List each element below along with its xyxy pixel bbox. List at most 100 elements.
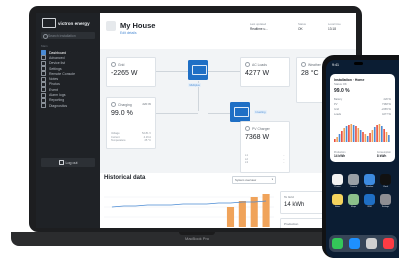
- app-label: Weather: [365, 186, 374, 188]
- battery-power: 220 W: [142, 102, 151, 106]
- widget-foot-item: Consumption 8 kWh: [377, 151, 391, 158]
- settings-app-icon[interactable]: [380, 194, 391, 205]
- meta-status: Status OK: [298, 22, 306, 31]
- widget-line: Loads 4277 W: [334, 113, 391, 116]
- ac-loads-value: 4277 W: [245, 70, 270, 77]
- camera-app-icon[interactable]: [348, 174, 359, 185]
- widget-chart-bar: [355, 126, 357, 142]
- grid-card[interactable]: Grid -2265 W: [106, 57, 156, 87]
- widget-chart-bar: [378, 124, 381, 142]
- app-label: Notes: [334, 206, 341, 208]
- widget-chart-bar: [369, 133, 371, 142]
- logout-label: Log out: [65, 160, 78, 165]
- weather-label: Weather: [301, 62, 321, 67]
- inverter-tag: Multiplus: [188, 83, 202, 87]
- widget-soc: 99.0 %: [334, 88, 350, 94]
- widget-val: 4277 W: [382, 113, 391, 116]
- dashboard-icon: [41, 50, 46, 56]
- widget-footer: Production 14 kWh Consumption 8 kWh: [334, 151, 391, 158]
- solar-charger-icon: [233, 107, 249, 117]
- to-grid-value: 14 kWh: [284, 202, 305, 208]
- notes-icon: [41, 76, 46, 82]
- widget-chart-bar: [366, 136, 369, 142]
- widget-chart-bar: [350, 124, 353, 142]
- grid-label-text: Grid: [118, 62, 125, 67]
- ac-loads-card[interactable]: AC Loads 4277 W: [240, 57, 290, 87]
- house-icon: [106, 21, 116, 31]
- photos-icon: [41, 81, 46, 87]
- widget-key: Loads: [334, 113, 342, 116]
- phone-time: 9:41: [332, 63, 339, 67]
- alarm-icon: [41, 92, 46, 98]
- meta-local-time: Local time 13:18: [328, 22, 341, 31]
- notes-app-icon[interactable]: [332, 194, 343, 205]
- phone-app-icon[interactable]: [332, 238, 343, 249]
- laptop-screen: victron energy Search installation Main …: [36, 13, 356, 228]
- logout-button[interactable]: Log out: [41, 158, 95, 167]
- widget-chart: [334, 124, 390, 142]
- widget-chart-bar: [388, 135, 390, 142]
- range-select[interactable]: System overview ▾: [232, 176, 276, 184]
- widget-val: -2265 W: [381, 108, 391, 111]
- battery-label: Charging: [111, 102, 132, 107]
- battery-icon: [111, 102, 116, 107]
- widget-chart-bar: [341, 131, 343, 142]
- sidebar-item-label: Advanced: [49, 55, 65, 60]
- meta-value: 13:18: [328, 27, 336, 31]
- maps-app-icon[interactable]: [348, 194, 359, 205]
- app-label: Photos: [334, 186, 341, 188]
- console-icon: [41, 71, 46, 77]
- battery-card[interactable]: Charging 220 W 99.0 % Voltage 52.81 V Cur…: [106, 97, 156, 149]
- search-input[interactable]: Search installation: [41, 32, 95, 39]
- phone-dock: [329, 235, 397, 252]
- page-header: My House Edit details Last updated Realti…: [100, 13, 356, 49]
- app-label: VRM: [367, 206, 372, 208]
- vrm-app-icon[interactable]: [364, 194, 375, 205]
- meta-last-updated: Last updated Realtime u...: [250, 22, 268, 31]
- pv-charger-card[interactable]: PV Charger 7368 W L1... L2... L3...: [240, 121, 290, 173]
- clock-app-icon[interactable]: [380, 174, 391, 185]
- sidebar-item-label: Photos: [49, 82, 60, 87]
- weather-app-icon[interactable]: [364, 174, 375, 185]
- meta-label: Status: [298, 22, 306, 26]
- sidebar: victron energy Search installation Main …: [36, 13, 100, 228]
- detail-row: L3...: [245, 161, 285, 165]
- main-content: My House Edit details Last updated Realti…: [100, 13, 356, 228]
- chart-bar: [262, 194, 270, 227]
- music-app-icon[interactable]: [383, 238, 394, 249]
- sidebar-item-label: Notes: [49, 77, 59, 82]
- inverter-tile[interactable]: [188, 60, 208, 80]
- widget-val: 7368 W: [382, 103, 391, 106]
- sidebar-item-diagnostics[interactable]: Diagnostics: [41, 103, 97, 109]
- brand-logo[interactable]: victron energy: [42, 18, 90, 28]
- widget-subtitle: Status OK: [334, 82, 347, 86]
- photos-app-icon[interactable]: [332, 174, 343, 185]
- device-list-icon: [41, 60, 46, 66]
- search-placeholder: Search installation: [48, 33, 76, 38]
- weather-value: 28 °C: [301, 70, 319, 77]
- logout-icon: [58, 160, 64, 165]
- widget-chart-bar: [385, 132, 388, 142]
- widget-chart-bar: [343, 128, 345, 142]
- range-select-value: System overview: [235, 178, 257, 183]
- inverter-icon: [191, 65, 207, 75]
- widget-chart-bar: [359, 130, 362, 142]
- production-card[interactable]: Production: [280, 218, 328, 228]
- widget-chart-bar: [364, 134, 367, 142]
- edit-details-link[interactable]: Edit details: [120, 31, 137, 35]
- vrm-widget[interactable]: Installation · Home Status OK 99.0 % Bat…: [330, 74, 395, 162]
- status-pill: Inverting: [254, 110, 267, 114]
- meta-label: Local time: [328, 22, 341, 26]
- app-label: Maps: [351, 206, 356, 208]
- widget-chart-bar: [345, 126, 348, 142]
- chart-bar: [238, 201, 246, 227]
- battery-details: Voltage 52.81 V Current 4.16 A Temperature…: [111, 132, 151, 143]
- safari-app-icon[interactable]: [349, 238, 360, 249]
- to-grid-label: To Grid: [284, 195, 294, 199]
- to-grid-card[interactable]: To Grid 14 kWh: [280, 191, 328, 214]
- brand-name: victron energy: [58, 20, 90, 26]
- foot-val: 8 kWh: [376, 154, 387, 158]
- mail-app-icon[interactable]: [366, 238, 377, 249]
- ac-loads-label: AC Loads: [245, 62, 267, 67]
- solar-charger-tile[interactable]: [230, 102, 250, 122]
